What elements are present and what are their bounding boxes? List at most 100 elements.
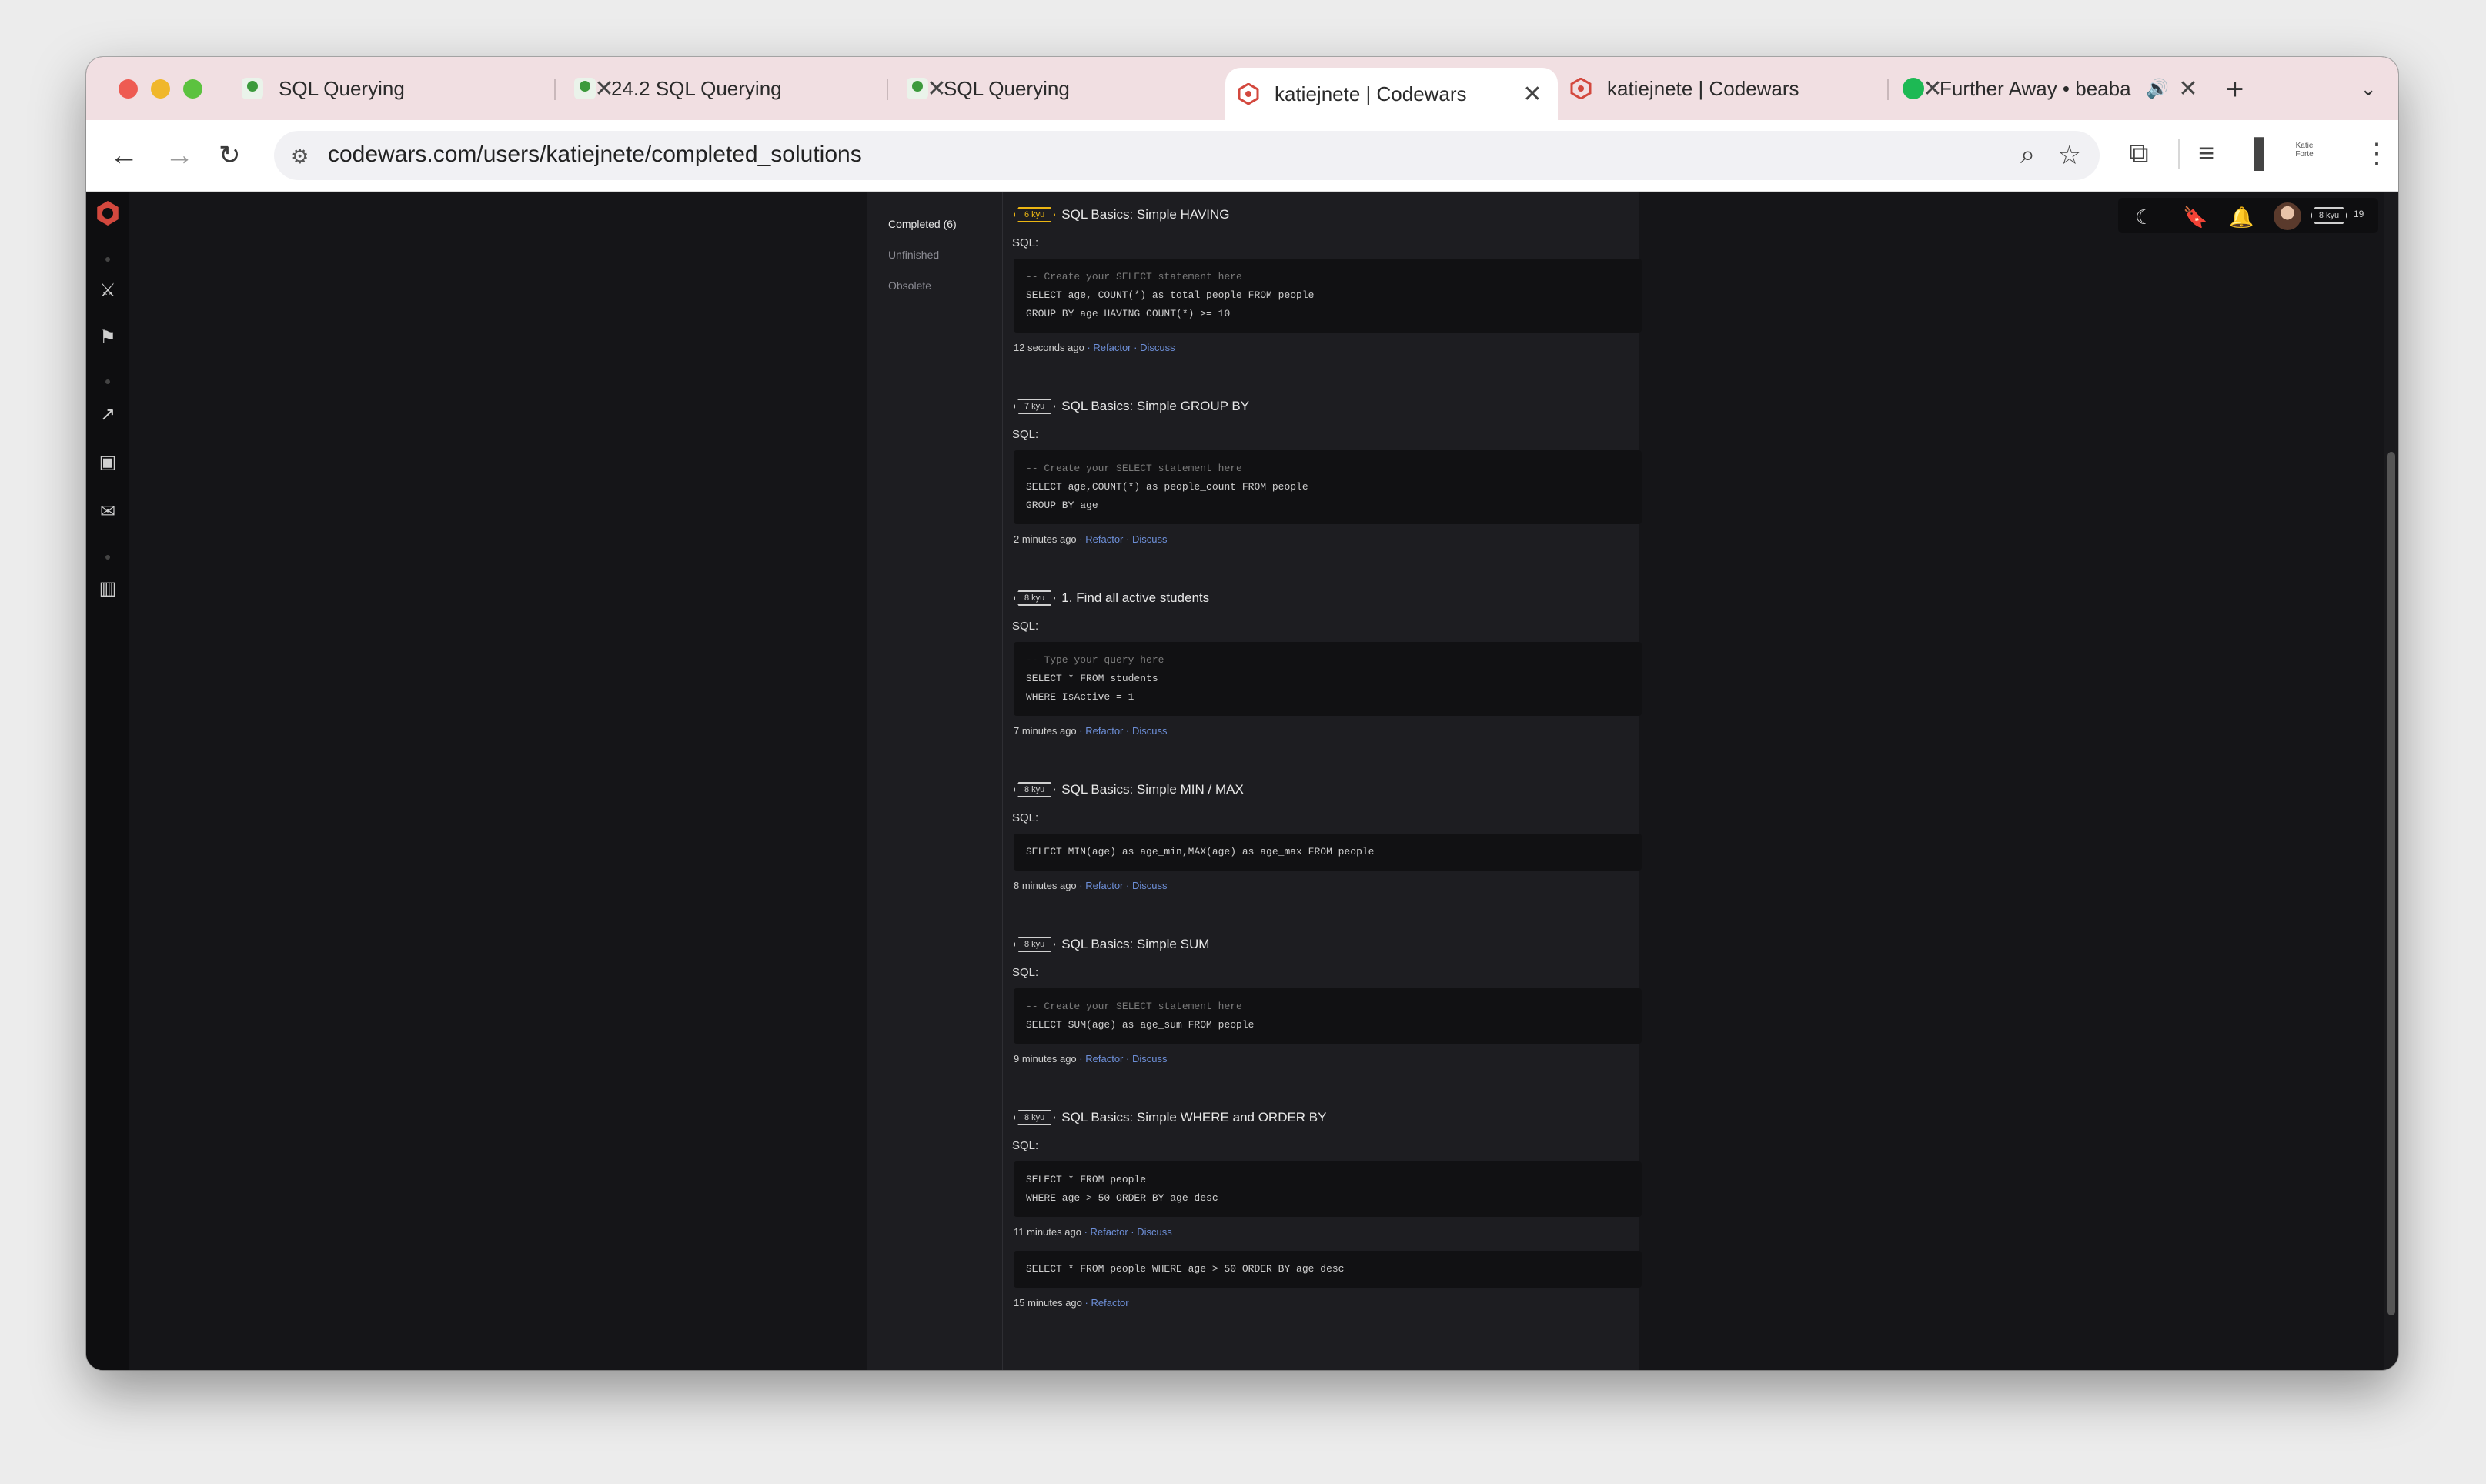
- discuss-link[interactable]: Discuss: [1140, 342, 1175, 353]
- spotify-icon: [1903, 78, 1924, 99]
- kata-title[interactable]: SQL Basics: Simple GROUP BY: [1061, 399, 1249, 414]
- discuss-link[interactable]: Discuss: [1132, 1053, 1168, 1065]
- solution-item: 8 kyu 1. Find all active students SQL: -…: [1012, 589, 1642, 737]
- back-icon[interactable]: ←: [109, 140, 139, 171]
- dark-mode-icon[interactable]: ☾: [2135, 206, 2153, 229]
- language-label: SQL:: [1012, 236, 1039, 249]
- code-line: WHERE IsActive = 1: [1026, 691, 1134, 703]
- solution-item: SELECT * FROM people WHERE age > 50 ORDE…: [1014, 1251, 1642, 1309]
- refactor-link[interactable]: Refactor: [1093, 342, 1131, 353]
- bookmark-icon[interactable]: 🔖: [2183, 206, 2207, 229]
- code-line: SELECT * FROM people WHERE age > 50 ORDE…: [1026, 1263, 1345, 1275]
- browser-menu-icon[interactable]: ⋮: [2363, 137, 2391, 169]
- sidebar-divider-dot: [105, 555, 110, 560]
- page-scrollbar[interactable]: [2384, 192, 2398, 1370]
- kata-title[interactable]: SQL Basics: Simple SUM: [1061, 937, 1209, 952]
- codewars-logo[interactable]: [97, 201, 119, 226]
- site-settings-icon[interactable]: ⚙: [291, 145, 309, 169]
- tab-title: katiejnete | Codewars: [1607, 76, 1799, 100]
- dojo-icon[interactable]: ⚔: [97, 280, 119, 302]
- refactor-link[interactable]: Refactor: [1085, 880, 1123, 891]
- language-label: SQL:: [1012, 811, 1039, 824]
- timestamp: 12 seconds ago: [1014, 342, 1084, 353]
- timestamp: 11 minutes ago: [1014, 1226, 1081, 1238]
- language-label: SQL:: [1012, 1139, 1039, 1152]
- bookmark-star-icon[interactable]: ☆: [2058, 140, 2081, 171]
- profile-avatar[interactable]: Katie Forte: [2291, 142, 2318, 169]
- rank-badge: 8 kyu: [1014, 782, 1056, 797]
- sidebar-divider-dot: [105, 257, 110, 262]
- speaker-icon[interactable]: 🔊: [2146, 78, 2169, 100]
- scrollbar-thumb[interactable]: [2387, 452, 2395, 1315]
- window-controls: [119, 79, 202, 99]
- language-label: SQL:: [1012, 966, 1039, 979]
- kata-title[interactable]: SQL Basics: Simple WHERE and ORDER BY: [1061, 1110, 1326, 1125]
- close-window-button[interactable]: [119, 79, 138, 99]
- tab-separator: [1887, 79, 1889, 100]
- timestamp: 2 minutes ago: [1014, 533, 1077, 545]
- timestamp: 8 minutes ago: [1014, 880, 1077, 891]
- leaderboard-icon[interactable]: ↗: [97, 404, 119, 426]
- zoom-window-button[interactable]: [183, 79, 202, 99]
- refactor-link[interactable]: Refactor: [1085, 533, 1123, 545]
- discuss-link[interactable]: Discuss: [1132, 880, 1168, 891]
- zoom-icon[interactable]: ⌕: [2020, 140, 2035, 170]
- tab-title: 24.2 SQL Querying: [611, 76, 782, 100]
- minimize-window-button[interactable]: [151, 79, 170, 99]
- code-line: -- Create your SELECT statement here: [1026, 1001, 1242, 1012]
- solution-item: 8 kyu SQL Basics: Simple MIN / MAX SQL: …: [1012, 780, 1642, 891]
- kata-title[interactable]: SQL Basics: Simple MIN / MAX: [1061, 782, 1243, 797]
- filter-completed[interactable]: Completed (6): [888, 218, 957, 230]
- solution-item: 8 kyu SQL Basics: Simple WHERE and ORDER…: [1012, 1108, 1642, 1238]
- browser-tab[interactable]: Further Away • beaba 🔊 ✕: [1890, 57, 2214, 120]
- arena-icon[interactable]: ⚑: [97, 327, 119, 349]
- tab-separator: [554, 79, 556, 100]
- docs-icon[interactable]: ▥: [97, 578, 119, 600]
- filter-obsolete[interactable]: Obsolete: [888, 279, 931, 292]
- refactor-link[interactable]: Refactor: [1091, 1226, 1128, 1238]
- solution-item: 7 kyu SQL Basics: Simple GROUP BY SQL: -…: [1012, 397, 1642, 545]
- tab-separator: [887, 79, 888, 100]
- code-line: SELECT * FROM people: [1026, 1174, 1147, 1185]
- reload-icon[interactable]: ↻: [219, 140, 241, 171]
- kumite-icon[interactable]: ▣: [97, 452, 119, 473]
- solutions-panel: Completed (6) Unfinished Obsolete 6 kyu …: [867, 192, 1642, 1370]
- kata-title[interactable]: 1. Find all active students: [1061, 590, 1209, 606]
- code-line: GROUP BY age HAVING COUNT(*) >= 10: [1026, 308, 1231, 319]
- user-avatar[interactable]: [2274, 202, 2301, 230]
- tab-search-icon[interactable]: ⌄: [2360, 77, 2377, 101]
- discuss-link[interactable]: Discuss: [1132, 725, 1168, 737]
- refactor-link[interactable]: Refactor: [1085, 1053, 1123, 1065]
- solutions-filter-nav: Completed (6) Unfinished Obsolete: [867, 192, 1003, 1370]
- timestamp: 15 minutes ago: [1014, 1297, 1082, 1309]
- extensions-icon[interactable]: ⧉: [2129, 137, 2149, 170]
- honor-count: 19: [2354, 209, 2364, 219]
- refactor-link[interactable]: Refactor: [1085, 725, 1123, 737]
- refactor-link[interactable]: Refactor: [1091, 1297, 1128, 1309]
- discuss-icon[interactable]: ✉: [97, 501, 119, 523]
- code-line: SELECT age,COUNT(*) as people_count FROM…: [1026, 481, 1308, 493]
- toolbar-divider: [2178, 139, 2180, 169]
- filter-unfinished[interactable]: Unfinished: [888, 249, 939, 261]
- notifications-icon[interactable]: 🔔: [2229, 206, 2254, 229]
- browser-window: SQL Querying ✕ 24.2 SQL Querying ✕ SQL Q…: [86, 57, 2398, 1370]
- side-panel-icon[interactable]: ▐: [2244, 137, 2264, 169]
- kata-title[interactable]: SQL Basics: Simple HAVING: [1061, 207, 1229, 222]
- forward-icon[interactable]: →: [165, 140, 194, 171]
- browser-tab-active[interactable]: katiejnete | Codewars ✕: [1225, 68, 1558, 120]
- code-line: SELECT MIN(age) as age_min,MAX(age) as a…: [1026, 846, 1375, 857]
- new-tab-button[interactable]: +: [2226, 72, 2244, 107]
- discuss-link[interactable]: Discuss: [1137, 1226, 1172, 1238]
- url-text[interactable]: codewars.com/users/katiejnete/completed_…: [328, 142, 862, 168]
- media-controls-icon[interactable]: ≡: [2198, 137, 2214, 169]
- code-block: SELECT * FROM people WHERE age > 50 ORDE…: [1014, 1161, 1642, 1217]
- address-bar[interactable]: ⚙ codewars.com/users/katiejnete/complete…: [274, 131, 2100, 180]
- codewars-sidebar: ⚔ ⚑ ↗ ▣ ✉ ▥: [86, 192, 129, 1370]
- code-block: SELECT * FROM people WHERE age > 50 ORDE…: [1014, 1251, 1642, 1288]
- discuss-link[interactable]: Discuss: [1132, 533, 1168, 545]
- tab-close-icon[interactable]: ✕: [1521, 81, 1544, 108]
- code-block: SELECT MIN(age) as age_min,MAX(age) as a…: [1014, 834, 1642, 871]
- tab-close-icon[interactable]: ✕: [2177, 75, 2200, 102]
- code-line: -- Type your query here: [1026, 654, 1164, 666]
- solution-item: 8 kyu SQL Basics: Simple SUM SQL: -- Cre…: [1012, 935, 1642, 1065]
